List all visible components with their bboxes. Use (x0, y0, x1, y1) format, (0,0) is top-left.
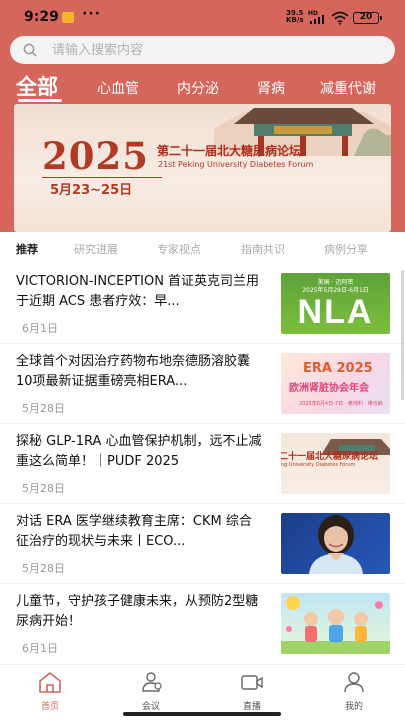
nav-profile[interactable]: 我的 (324, 669, 384, 713)
header: 9:29 ··· 39.5 KB/s HD 20 全部 心血管 内分泌 肾病 (0, 0, 405, 232)
list-item[interactable]: 探秘 GLP-1RA 心血管保护机制，远不止减重这么简单！｜PUDF 2025 … (0, 424, 405, 504)
nav-label: 我的 (344, 702, 363, 712)
search-input[interactable] (52, 40, 372, 60)
more-notifications-icon: ··· (82, 6, 101, 22)
banner-divider (42, 177, 162, 178)
home-indicator[interactable] (123, 712, 281, 716)
scrollbar[interactable] (401, 270, 404, 400)
subtab-research[interactable]: 研究进展 (74, 241, 118, 257)
nav-label: 直播 (242, 702, 261, 712)
battery-icon: 20 (353, 12, 382, 24)
nav-label: 会议 (141, 702, 160, 712)
article-thumbnail (281, 513, 390, 574)
subtab-case-share[interactable]: 病例分享 (324, 241, 368, 257)
signal-icon (310, 15, 326, 24)
article-date: 5月28日 (22, 562, 65, 575)
wifi-icon (331, 11, 349, 25)
active-tab-indicator (18, 99, 62, 102)
tab-nephrology[interactable]: 肾病 (257, 78, 285, 98)
profile-icon (344, 672, 364, 693)
tab-all[interactable]: 全部 (16, 71, 58, 101)
article-title: 全球首个对因治疗药物布地奈德肠溶胶囊10项最新证据重磅亮相ERA... (16, 354, 251, 389)
status-time: 9:29 (24, 9, 59, 25)
nav-label: 首页 (40, 702, 59, 712)
subtab-recommended[interactable]: 推荐 (16, 241, 38, 257)
banner-date: 5月23~25日 (50, 183, 133, 198)
status-bar: 9:29 ··· 39.5 KB/s HD 20 (0, 0, 405, 34)
search-icon (23, 43, 37, 57)
network-speed: 39.5 KB/s (286, 9, 304, 24)
article-date: 6月1日 (22, 642, 58, 655)
notification-app-icon (62, 12, 74, 23)
nav-home[interactable]: 首页 (20, 669, 80, 713)
banner-title: 第二十一届北大糖尿病论坛 (157, 144, 302, 158)
article-date: 6月1日 (22, 322, 58, 335)
list-item[interactable]: VICTORION-INCEPTION 首证英克司兰用于近期 ACS 患者疗效：… (0, 264, 405, 344)
nav-meeting[interactable]: 会议 (121, 669, 181, 713)
banner-subtitle: 21st Peking University Diabetes Forum (158, 160, 314, 169)
article-title: VICTORION-INCEPTION 首证英克司兰用于近期 ACS 患者疗效：… (16, 274, 260, 309)
list-item[interactable]: 对话 ERA 医学继续教育主席：CKM 综合征治疗的现状与未来丨ECO... 5… (0, 504, 405, 584)
subtab-expert-view[interactable]: 专家视点 (157, 241, 201, 257)
nla-logo: NLA (297, 293, 374, 331)
article-date: 5月28日 (22, 402, 65, 415)
article-date: 5月28日 (22, 482, 65, 495)
tab-cardiovascular[interactable]: 心血管 (97, 78, 139, 98)
kids-illustration (281, 596, 390, 654)
meeting-icon (142, 672, 162, 692)
article-thumbnail (281, 593, 390, 654)
article-title: 探秘 GLP-1RA 心血管保护机制，远不止减重这么简单！｜PUDF 2025 (16, 434, 262, 469)
banner-carousel[interactable]: 2025 第二十一届北大糖尿病论坛 21st Peking University… (14, 104, 391, 232)
category-tabs: 全部 心血管 内分泌 肾病 减重代谢 (0, 68, 405, 102)
list-item[interactable]: 全球首个对因治疗药物布地奈德肠溶胶囊10项最新证据重磅亮相ERA... 5月28… (0, 344, 405, 424)
article-thumbnail: 二十一届北大糖尿病论坛 ng University Diabetes Forum (281, 433, 390, 494)
article-thumbnail: ERA 2025 欧洲肾脏协会年会 2025年6月4日-7日 · 奥地利 · 维… (281, 353, 390, 414)
article-thumbnail: 美国 · 迈阿密 2025年5月29日-6月1日 NLA (281, 273, 390, 334)
nav-live[interactable]: 直播 (222, 669, 282, 713)
live-icon (241, 675, 263, 690)
article-title: 对话 ERA 医学继续教育主席：CKM 综合征治疗的现状与未来丨ECO... (16, 514, 252, 549)
tab-endocrine[interactable]: 内分泌 (177, 78, 219, 98)
subcategory-tabs: 推荐 研究进展 专家视点 指南共识 病例分享 (0, 232, 405, 264)
subtab-guidelines[interactable]: 指南共识 (241, 241, 285, 257)
home-icon (39, 672, 61, 693)
search-bar[interactable] (10, 36, 395, 64)
tab-weight-metabolism[interactable]: 减重代谢 (320, 78, 376, 98)
article-title: 儿童节，守护孩子健康未来，从预防2型糖尿病开始！ (16, 594, 259, 629)
portrait-image (309, 515, 363, 574)
list-item[interactable]: 儿童节，守护孩子健康未来，从预防2型糖尿病开始！ 6月1日 (0, 584, 405, 664)
banner-year: 2025 (42, 134, 149, 178)
